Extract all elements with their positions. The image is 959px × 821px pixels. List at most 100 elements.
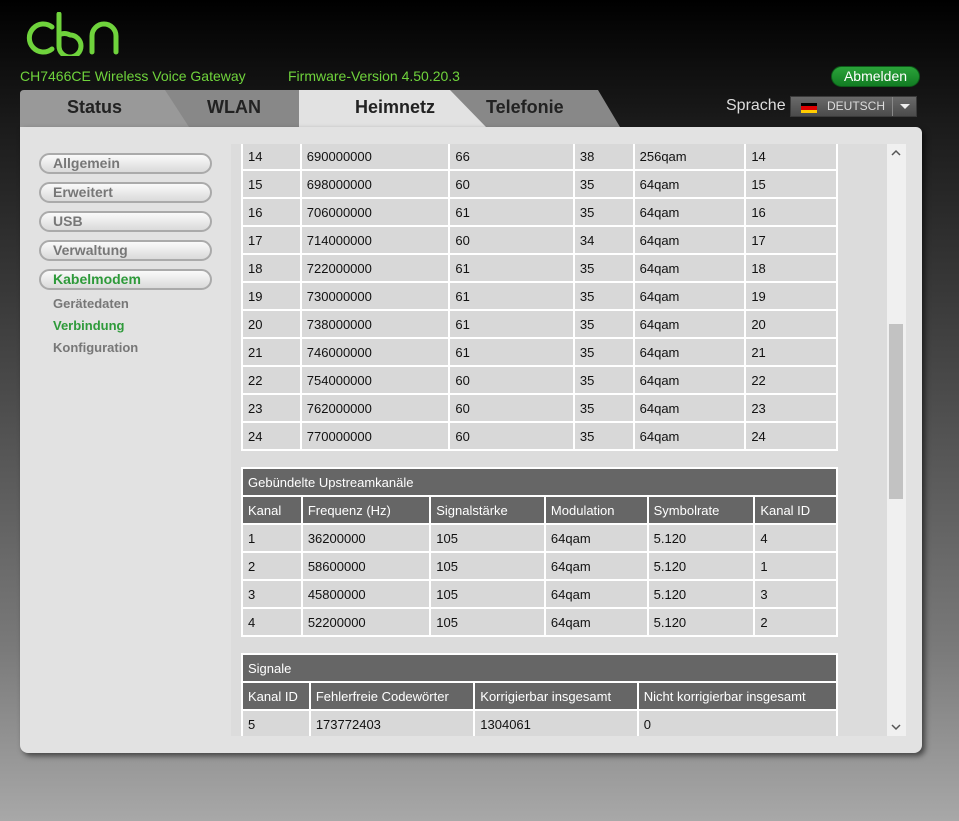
table-cell: 64qam (632, 421, 747, 451)
table-cell: 66 (448, 144, 575, 171)
table-cell: 730000000 (299, 281, 451, 311)
table-cell: 45800000 (300, 579, 432, 609)
table-cell: 690000000 (299, 144, 451, 171)
sidebar-item-kabelmodem[interactable]: Kabelmodem (39, 269, 212, 290)
language-select[interactable]: DEUTSCH (790, 96, 917, 117)
table-cell: 35 (572, 253, 635, 283)
column-header: Frequenz (Hz) (300, 495, 432, 525)
chevron-down-icon[interactable] (892, 97, 916, 116)
chevron-down-icon[interactable] (891, 722, 901, 732)
table-cell: 21 (241, 337, 302, 367)
sidebar-subitem-verbindung[interactable]: Verbindung (53, 318, 125, 333)
table-cell: 738000000 (299, 309, 451, 339)
table-cell: 58600000 (300, 551, 432, 581)
table-cell: 5.120 (646, 551, 756, 581)
table-cell: 60 (448, 225, 575, 255)
table-cell: 64qam (632, 281, 747, 311)
table-cell: 3 (753, 579, 838, 609)
table-row: 3 45800000 105 64qam 5.120 3 (241, 579, 838, 609)
table-row: 18 722000000 61 35 64qam 18 (241, 253, 838, 283)
table-cell: 4 (241, 607, 303, 637)
sidebar-item-usb[interactable]: USB (39, 211, 212, 232)
tab-label: WLAN (207, 97, 261, 117)
table-cell: 64qam (543, 551, 649, 581)
table-row: 23 762000000 60 35 64qam 23 (241, 393, 838, 423)
table-row: 14 690000000 66 38 256qam 14 (241, 144, 838, 171)
table-cell: 61 (448, 337, 575, 367)
table-row: 5 173772403 1304061 0 (241, 709, 839, 736)
chevron-up-icon[interactable] (891, 148, 901, 158)
sidebar-item-erweitert[interactable]: Erweitert (39, 182, 212, 203)
upstream-title: Gebündelte Upstreamkanäle (241, 467, 838, 497)
table-cell: 18 (744, 253, 838, 283)
sidebar-item-allgemein[interactable]: Allgemein (39, 153, 212, 174)
table-cell: 60 (448, 393, 575, 423)
scrollbar-thumb[interactable] (889, 324, 903, 499)
table-cell: 64qam (632, 169, 747, 199)
table-cell: 762000000 (299, 393, 451, 423)
table-cell: 5 (241, 709, 311, 736)
tab-label: Heimnetz (355, 97, 436, 117)
table-cell: 722000000 (299, 253, 451, 283)
table-cell: 754000000 (299, 365, 451, 395)
table-cell: 52200000 (300, 607, 432, 637)
signal-table: Signale Kanal ID Fehlerfreie Codewörter Ko… (241, 653, 839, 736)
table-cell: 64qam (543, 579, 649, 609)
column-header: Korrigierbar insgesamt (473, 681, 639, 711)
table-cell: 4 (753, 523, 838, 553)
table-cell: 60 (448, 365, 575, 395)
table-cell: 64qam (632, 225, 747, 255)
column-header: Signalstärke (429, 495, 546, 525)
table-cell: 746000000 (299, 337, 451, 367)
table-row: 2 58600000 105 64qam 5.120 1 (241, 551, 838, 581)
table-cell: 20 (241, 309, 302, 339)
table-cell: 16 (744, 197, 838, 227)
firmware-version: Firmware-Version 4.50.20.3 (288, 68, 460, 84)
table-cell: 35 (572, 337, 635, 367)
logout-button[interactable]: Abmelden (831, 66, 920, 87)
table-cell: 64qam (543, 607, 649, 637)
table-cell: 105 (429, 523, 546, 553)
sidebar-subitem-geraetedaten[interactable]: Gerätedaten (53, 296, 129, 311)
table-cell: 64qam (632, 393, 747, 423)
language-value: DEUTSCH (827, 99, 886, 113)
table-cell: 38 (572, 144, 635, 171)
signal-title: Signale (241, 653, 838, 683)
table-cell: 61 (448, 197, 575, 227)
vertical-scrollbar[interactable] (887, 144, 906, 736)
table-cell: 14 (241, 144, 302, 171)
table-row: 15 698000000 60 35 64qam 15 (241, 169, 838, 199)
table-row: 22 754000000 60 35 64qam 22 (241, 365, 838, 395)
scroll-area[interactable]: 14 690000000 66 38 256qam 14 15 698000000 60 35 64… (231, 144, 887, 736)
language-label: Sprache (726, 97, 786, 114)
table-cell: 64qam (632, 253, 747, 283)
table-cell: 21 (744, 337, 838, 367)
table-cell: 2 (753, 607, 838, 637)
column-header: Kanal ID (753, 495, 838, 525)
table-cell: 5.120 (646, 607, 756, 637)
table-cell: 0 (636, 709, 839, 736)
table-cell: 35 (572, 169, 635, 199)
sidebar-item-verwaltung[interactable]: Verwaltung (39, 240, 212, 261)
table-cell: 714000000 (299, 225, 451, 255)
table-row: 24 770000000 60 35 64qam 24 (241, 421, 838, 451)
main-panel: Allgemein Erweitert USB Verwaltung Kabel… (20, 127, 922, 753)
table-cell: 64qam (632, 365, 747, 395)
sidebar-subitem-konfiguration[interactable]: Konfiguration (53, 340, 138, 355)
table-cell: 1 (753, 551, 838, 581)
table-cell: 60 (448, 421, 575, 451)
table-cell: 706000000 (299, 197, 451, 227)
tab-wlan[interactable]: WLAN (165, 90, 320, 127)
table-cell: 105 (429, 551, 546, 581)
tab-telefonie[interactable]: Telefonie (450, 90, 620, 127)
table-row: 1 36200000 105 64qam 5.120 4 (241, 523, 838, 553)
column-header: Kanal ID (241, 681, 311, 711)
table-header-row: Kanal Frequenz (Hz) Signalstärke Modulation… (241, 495, 838, 525)
tab-label: Telefonie (486, 97, 564, 117)
table-cell: 5.120 (646, 523, 756, 553)
table-row: 21 746000000 61 35 64qam 21 (241, 337, 838, 367)
table-cell: 64qam (543, 523, 649, 553)
column-header: Nicht korrigierbar insgesamt (636, 681, 839, 711)
table-cell: 18 (241, 253, 302, 283)
table-row: 17 714000000 60 34 64qam 17 (241, 225, 838, 255)
